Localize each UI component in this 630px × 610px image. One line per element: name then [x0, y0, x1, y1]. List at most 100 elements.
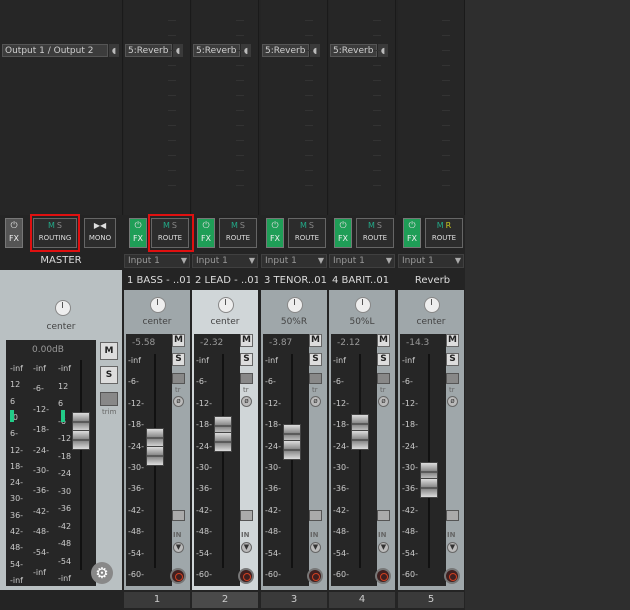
input-label: Input 1 — [128, 256, 160, 266]
track-input-select[interactable]: Input 1 ▼ — [124, 254, 190, 268]
track-number[interactable]: 2 — [192, 592, 258, 608]
track-fx-bypass-icon[interactable] — [172, 510, 185, 521]
track-number[interactable]: 5 — [398, 592, 464, 608]
record-arm-button[interactable] — [375, 568, 391, 584]
track-envelope-button[interactable] — [377, 373, 390, 384]
track-fx-button[interactable]: ⏻ FX — [403, 218, 421, 248]
master-fader-lower[interactable] — [72, 430, 90, 450]
track-envelope-button[interactable] — [446, 373, 459, 384]
master-mute-button[interactable]: M — [100, 342, 118, 360]
track-mute-button[interactable]: M — [377, 334, 390, 347]
track-name[interactable]: 2 LEAD - ..01 — [195, 273, 258, 289]
meter-scale-label: -42- — [402, 505, 418, 515]
master-pan-knob[interactable] — [55, 300, 71, 316]
track-route-button[interactable]: M S ROUTE — [219, 218, 257, 248]
track-fader-lower[interactable] — [283, 440, 301, 460]
track-number[interactable]: 1 — [124, 592, 190, 608]
track-mute-button[interactable]: M — [172, 334, 185, 347]
master-name: MASTER — [40, 255, 82, 266]
track-fader-lower[interactable] — [351, 430, 369, 450]
track-solo-button[interactable]: S — [172, 353, 185, 366]
route-label: ROUTE — [294, 234, 320, 242]
track-fx-button[interactable]: ⏻ FX — [334, 218, 352, 248]
track-send-slot[interactable]: 5:Reverb — [330, 44, 377, 57]
track-send-slot[interactable]: 5:Reverb — [262, 44, 309, 57]
master-fx-button[interactable]: ⏻ FX — [5, 218, 23, 248]
track-name[interactable]: 1 BASS - ..01 — [127, 273, 190, 289]
track-send-slot[interactable]: 5:Reverb — [193, 44, 240, 57]
gear-icon[interactable]: ⚙ — [91, 562, 113, 584]
track-send-slot[interactable]: 5:Reverb — [125, 44, 172, 57]
record-arm-button[interactable] — [444, 568, 460, 584]
track-fx-bypass-icon[interactable] — [377, 510, 390, 521]
record-arm-button[interactable] — [170, 568, 186, 584]
track-route-button[interactable]: M R ROUTE — [425, 218, 463, 248]
track-fx-bypass-icon[interactable] — [240, 510, 253, 521]
track-fader-lower[interactable] — [146, 446, 164, 466]
master-output-knob[interactable]: ◖ — [109, 44, 119, 57]
track-envelope-button[interactable] — [309, 373, 322, 384]
phase-icon[interactable]: ø — [310, 396, 321, 407]
track-mute-button[interactable]: M — [309, 334, 322, 347]
track-envelope-button[interactable] — [240, 373, 253, 384]
phase-icon[interactable]: ø — [378, 396, 389, 407]
track-pan-knob[interactable] — [150, 297, 166, 313]
meter-scale-label: -24- — [33, 445, 49, 455]
input-label: Input 1 — [196, 256, 228, 266]
route-label: ROUTE — [431, 234, 457, 242]
track-fx-button[interactable]: ⏻ FX — [266, 218, 284, 248]
track-mute-button[interactable]: M — [240, 334, 253, 347]
record-arm-button[interactable] — [238, 568, 254, 584]
input-monitor-icon[interactable]: ▼ — [241, 542, 252, 553]
track-pan-knob[interactable] — [287, 297, 303, 313]
meter-scale-label: -6- — [402, 377, 413, 387]
track-pan-knob[interactable] — [355, 297, 371, 313]
master-fader[interactable] — [72, 412, 90, 432]
phase-icon[interactable]: ø — [241, 396, 252, 407]
ms-indicator: MR — [436, 221, 452, 230]
input-monitor-icon[interactable]: ▼ — [378, 542, 389, 553]
input-monitor-icon[interactable]: ▼ — [310, 542, 321, 553]
phase-icon[interactable]: ø — [447, 396, 458, 407]
track-fx-bypass-icon[interactable] — [309, 510, 322, 521]
track-mute-button[interactable]: M — [446, 334, 459, 347]
track-input-select[interactable]: Input 1 ▼ — [398, 254, 464, 268]
input-monitor-icon[interactable]: ▼ — [173, 542, 184, 553]
insert-row-marker — [442, 35, 450, 36]
track-number[interactable]: 4 — [329, 592, 395, 608]
meter-scale-label: 42- — [10, 527, 24, 536]
master-solo-button[interactable]: S — [100, 366, 118, 384]
master-envelope-button[interactable] — [100, 392, 118, 406]
phase-icon[interactable]: ø — [173, 396, 184, 407]
track-name[interactable]: Reverb — [401, 273, 464, 289]
track-pan-knob[interactable] — [424, 297, 440, 313]
track-fx-button[interactable]: ⏻ FX — [197, 218, 215, 248]
meter-scale-label: -42- — [265, 505, 281, 515]
track-fader-lower[interactable] — [420, 478, 438, 498]
track-name[interactable]: 3 TENOR..01 — [264, 273, 327, 289]
track-route-button[interactable]: M S ROUTE — [288, 218, 326, 248]
input-monitor-icon[interactable]: ▼ — [447, 542, 458, 553]
insert-row-marker — [236, 80, 244, 81]
track-input-select[interactable]: Input 1 ▼ — [192, 254, 258, 268]
track-fader-lower[interactable] — [214, 432, 232, 452]
track-solo-button[interactable]: S — [446, 353, 459, 366]
master-output-slot[interactable]: Output 1 / Output 2 — [2, 44, 108, 57]
track-solo-button[interactable]: S — [377, 353, 390, 366]
track-trim-label: tr — [312, 386, 318, 394]
track-envelope-button[interactable] — [172, 373, 185, 384]
track-fader[interactable] — [146, 428, 164, 448]
track-solo-button[interactable]: S — [309, 353, 322, 366]
track-fx-bypass-icon[interactable] — [446, 510, 459, 521]
track-fx-button[interactable]: ⏻ FX — [129, 218, 147, 248]
track-name[interactable]: 4 BARIT..01 — [332, 273, 395, 289]
meter-scale-label: -42- — [333, 505, 349, 515]
track-route-button[interactable]: M S ROUTE — [356, 218, 394, 248]
track-input-select[interactable]: Input 1 ▼ — [261, 254, 327, 268]
track-input-select[interactable]: Input 1 ▼ — [329, 254, 395, 268]
track-number[interactable]: 3 — [261, 592, 327, 608]
track-pan-knob[interactable] — [218, 297, 234, 313]
track-solo-button[interactable]: S — [240, 353, 253, 366]
record-arm-button[interactable] — [307, 568, 323, 584]
master-mono-button[interactable]: ▶◀ MONO — [84, 218, 116, 248]
